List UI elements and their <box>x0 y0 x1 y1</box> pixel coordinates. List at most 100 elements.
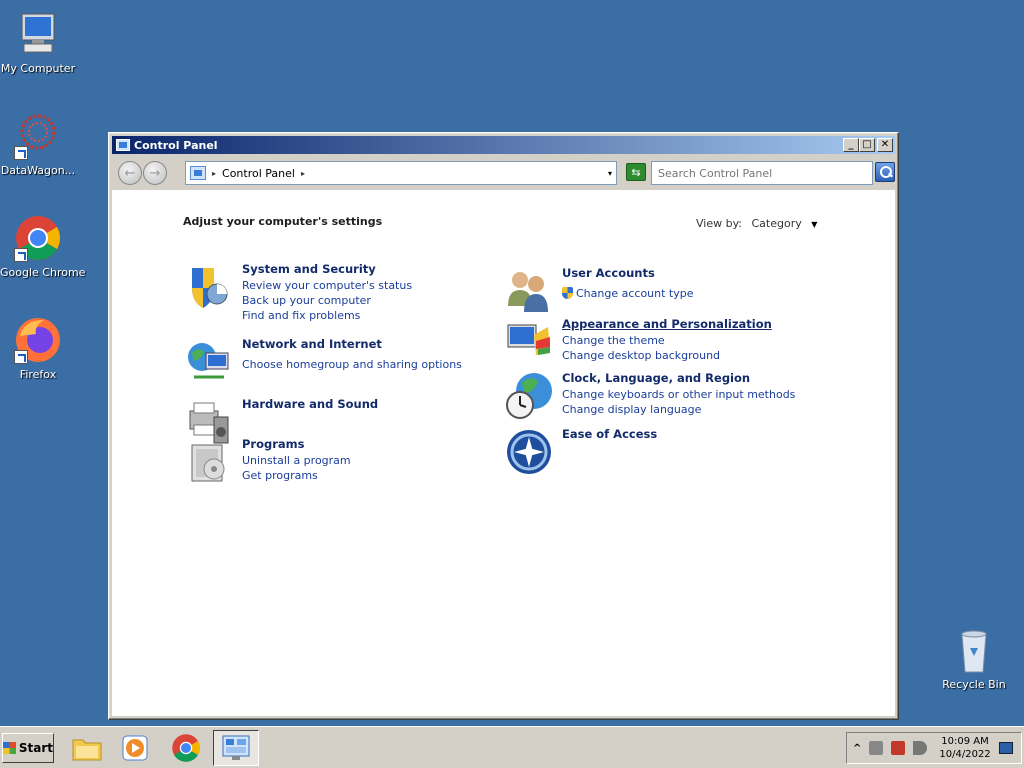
recycle-bin-icon <box>950 626 998 674</box>
desktop-icon-my-computer[interactable]: My Computer <box>0 10 76 75</box>
chrome-icon <box>14 214 62 262</box>
category-system-security: System and Security Review your computer… <box>184 262 412 323</box>
taskbar: Start ^ 10:09 AM 10/4/2022 <box>0 726 1024 768</box>
shield-icon[interactable] <box>184 262 234 312</box>
category-title[interactable]: Appearance and Personalization <box>562 317 772 331</box>
clock-time: 10:09 AM <box>941 736 989 747</box>
start-label: Start <box>18 741 53 755</box>
category-title[interactable]: Programs <box>242 437 351 451</box>
window-title: Control Panel <box>134 138 218 152</box>
category-title[interactable]: Ease of Access <box>562 427 657 441</box>
control-panel-icon <box>190 166 206 180</box>
breadcrumb-separator[interactable]: ▸ <box>301 169 305 178</box>
task-link[interactable]: Change the theme <box>562 333 772 348</box>
users-icon[interactable] <box>504 266 554 316</box>
folder-icon <box>72 739 102 761</box>
firefox-icon <box>14 316 62 364</box>
search-button[interactable] <box>875 162 895 182</box>
forward-arrow-icon: → <box>149 165 161 181</box>
control-panel-icon <box>222 735 250 760</box>
taskbar-control-panel[interactable] <box>213 730 259 766</box>
control-panel-icon <box>116 139 130 151</box>
media-player-icon <box>122 735 148 761</box>
task-link[interactable]: Choose homegroup and sharing options <box>242 357 462 372</box>
content-pane: Adjust your computer's settings View by:… <box>112 190 895 716</box>
task-link[interactable]: Find and fix problems <box>242 308 412 323</box>
datawagon-icon <box>14 112 62 160</box>
back-arrow-icon: ← <box>124 165 136 181</box>
category-title[interactable]: Clock, Language, and Region <box>562 371 795 385</box>
desktop-icon-label: DataWagon... <box>0 164 76 177</box>
start-button[interactable]: Start <box>2 733 54 763</box>
maximize-button[interactable]: □ <box>859 138 875 152</box>
category-programs: Programs Uninstall a program Get program… <box>184 437 351 487</box>
ease-of-access-icon[interactable] <box>504 427 554 477</box>
volume-icon[interactable] <box>913 741 928 755</box>
computer-icon <box>14 10 62 58</box>
desktop-icon-datawagon[interactable]: DataWagon... <box>0 112 76 177</box>
breadcrumb-control-panel[interactable]: Control Panel <box>222 167 295 180</box>
shortcut-arrow-icon <box>14 146 28 160</box>
desktop-icon-recycle-bin[interactable]: Recycle Bin <box>936 626 1012 691</box>
desktop-icon-firefox[interactable]: Firefox <box>0 316 76 381</box>
taskbar-media-player[interactable] <box>112 730 158 766</box>
task-link[interactable]: Change keyboards or other input methods <box>562 387 795 402</box>
category-clock-language-region: Clock, Language, and Region Change keybo… <box>504 371 795 421</box>
dropdown-arrow-icon[interactable]: ▼ <box>811 220 817 229</box>
category-title[interactable]: User Accounts <box>562 266 694 280</box>
page-title: Adjust your computer's settings <box>183 215 383 228</box>
appearance-icon[interactable] <box>504 317 554 367</box>
taskbar-explorer[interactable] <box>64 730 110 766</box>
task-link[interactable]: Change display language <box>562 402 795 417</box>
close-button[interactable]: ✕ <box>877 138 893 152</box>
task-link[interactable]: Get programs <box>242 468 351 483</box>
view-by-label: View by: <box>696 217 742 230</box>
network-tray-icon[interactable] <box>869 741 884 755</box>
desktop-icon-label: Recycle Bin <box>942 678 1006 691</box>
desktop-icon-google-chrome[interactable]: Google Chrome <box>0 214 86 279</box>
category-title[interactable]: System and Security <box>242 262 412 276</box>
chrome-icon <box>172 734 200 762</box>
clock[interactable]: 10:09 AM 10/4/2022 <box>939 735 990 761</box>
search-input[interactable] <box>651 161 873 185</box>
taskbar-chrome[interactable] <box>163 730 209 766</box>
refresh-button[interactable]: ⇆ <box>626 163 646 181</box>
category-title[interactable]: Hardware and Sound <box>242 397 378 411</box>
address-toolbar: ← → ▸ Control Panel ▸ ▾ ⇆ <box>112 157 895 189</box>
task-link[interactable]: Uninstall a program <box>242 453 351 468</box>
desktop-icon-label: Firefox <box>19 368 57 381</box>
show-hidden-icons-button[interactable]: ^ <box>853 743 861 754</box>
window-titlebar[interactable]: Control Panel _ □ ✕ <box>112 136 895 154</box>
minimize-button[interactable]: _ <box>843 138 859 152</box>
clock-globe-icon[interactable] <box>504 371 554 421</box>
desktop-icon-label: Google Chrome <box>0 266 86 279</box>
category-user-accounts: User Accounts Change account type <box>504 266 694 316</box>
task-link[interactable]: Change desktop background <box>562 348 772 363</box>
back-button[interactable]: ← <box>118 161 142 185</box>
uac-shield-icon <box>562 287 573 299</box>
breadcrumb-separator[interactable]: ▸ <box>212 169 216 178</box>
forward-button[interactable]: → <box>143 161 167 185</box>
network-globe-icon[interactable] <box>184 337 234 387</box>
address-dropdown-icon[interactable]: ▾ <box>608 169 612 178</box>
category-title[interactable]: Network and Internet <box>242 337 462 351</box>
task-link-label[interactable]: Change account type <box>576 287 694 300</box>
desktop-icon-label: My Computer <box>0 62 76 75</box>
category-appearance-personalization: Appearance and Personalization Change th… <box>504 317 772 367</box>
shortcut-arrow-icon <box>14 248 28 262</box>
category-ease-of-access: Ease of Access <box>504 427 657 477</box>
task-link[interactable]: Back up your computer <box>242 293 412 308</box>
programs-icon[interactable] <box>184 437 234 487</box>
address-bar[interactable]: ▸ Control Panel ▸ ▾ <box>185 161 617 185</box>
task-link[interactable]: Review your computer's status <box>242 278 412 293</box>
refresh-icon: ⇆ <box>631 165 641 179</box>
category-network-internet: Network and Internet Choose homegroup an… <box>184 337 462 387</box>
shortcut-arrow-icon <box>14 350 28 364</box>
clock-date: 10/4/2022 <box>939 749 991 760</box>
action-center-icon[interactable] <box>891 741 906 755</box>
show-desktop-icon[interactable] <box>998 742 1013 754</box>
windows-logo-icon <box>3 742 16 754</box>
view-by-dropdown[interactable]: Category <box>752 217 802 230</box>
view-by-control: View by: Category ▼ <box>696 217 817 230</box>
task-link[interactable]: Change account type <box>562 286 694 301</box>
